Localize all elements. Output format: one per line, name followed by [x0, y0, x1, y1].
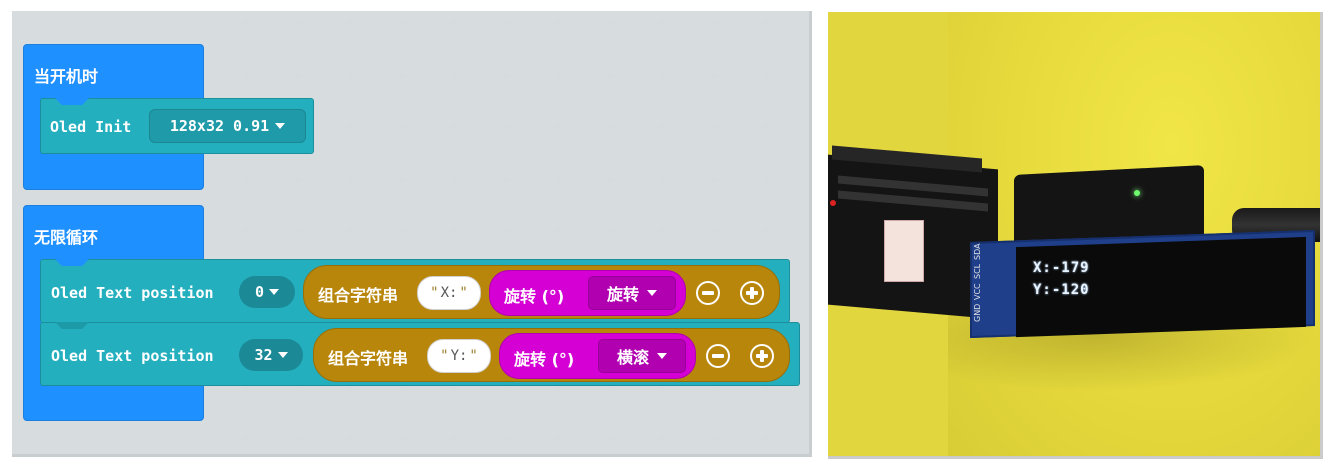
battery-connector	[884, 220, 924, 282]
join-string-label: 组合字符串	[328, 349, 409, 368]
forever-label: 无限循环	[34, 228, 99, 247]
chevron-down-icon	[269, 289, 280, 295]
position-dropdown[interactable]: 32	[239, 339, 303, 371]
oled-text-label: Oled Text position	[51, 284, 214, 302]
rotation-option: 旋转	[606, 285, 639, 304]
remove-input-icon[interactable]	[706, 344, 730, 368]
position-dropdown[interactable]: 0	[239, 276, 295, 308]
add-input-icon[interactable]	[750, 344, 774, 368]
block-workspace[interactable]: 当开机时 Oled Init 128x32 0.91 无限循环 Oled Tex…	[12, 11, 812, 457]
join-string-block[interactable]: 组合字符串 " Y: " 旋转 (°) 横滚	[313, 328, 790, 382]
chevron-down-icon	[647, 290, 657, 296]
rotation-block[interactable]: 旋转 (°) 旋转	[489, 270, 686, 316]
string-input[interactable]: " X: "	[417, 276, 481, 310]
rotation-label: 旋转 (°)	[504, 287, 565, 306]
oled-size-value: 128x32 0.91	[169, 117, 270, 135]
string-input[interactable]: " Y: "	[427, 339, 491, 373]
rotation-dropdown[interactable]: 横滚	[598, 339, 686, 373]
oled-text-block[interactable]: Oled Text position 0 组合字符串 " X: " 旋转 (°)…	[40, 259, 790, 323]
string-value: X:	[440, 285, 458, 301]
oled-line-y: Y:-120	[1033, 282, 1090, 298]
chevron-down-icon	[275, 123, 286, 129]
rotation-block[interactable]: 旋转 (°) 横滚	[499, 333, 696, 379]
on-start-label: 当开机时	[34, 67, 99, 86]
oled-text-block[interactable]: Oled Text position 32 组合字符串 " Y: " 旋转 (°…	[40, 322, 800, 386]
rotation-label: 旋转 (°)	[514, 350, 575, 369]
oled-line-x: X:-179	[1033, 260, 1090, 276]
chevron-down-icon	[277, 352, 288, 358]
position-value: 0	[254, 283, 265, 301]
red-led	[830, 200, 836, 206]
oled-pin-labels: GND VCC SCL SDA	[973, 243, 982, 322]
position-value: 32	[254, 346, 273, 364]
chevron-down-icon	[657, 353, 667, 359]
oled-init-label: Oled Init	[50, 118, 132, 136]
oled-size-dropdown[interactable]: 128x32 0.91	[149, 109, 306, 143]
add-input-icon[interactable]	[740, 281, 764, 305]
join-string-label: 组合字符串	[318, 286, 399, 305]
oled-init-block[interactable]: Oled Init 128x32 0.91	[40, 98, 314, 154]
oled-text-label: Oled Text position	[51, 347, 214, 365]
green-led	[1134, 190, 1140, 196]
join-string-block[interactable]: 组合字符串 " X: " 旋转 (°) 旋转	[303, 265, 780, 319]
rotation-option: 横滚	[616, 348, 649, 367]
remove-input-icon[interactable]	[696, 281, 720, 305]
rotation-dropdown[interactable]: 旋转	[588, 276, 676, 310]
string-value: Y:	[450, 348, 468, 364]
device-photo: GND VCC SCL SDA X:-179 Y:-120	[828, 12, 1323, 459]
